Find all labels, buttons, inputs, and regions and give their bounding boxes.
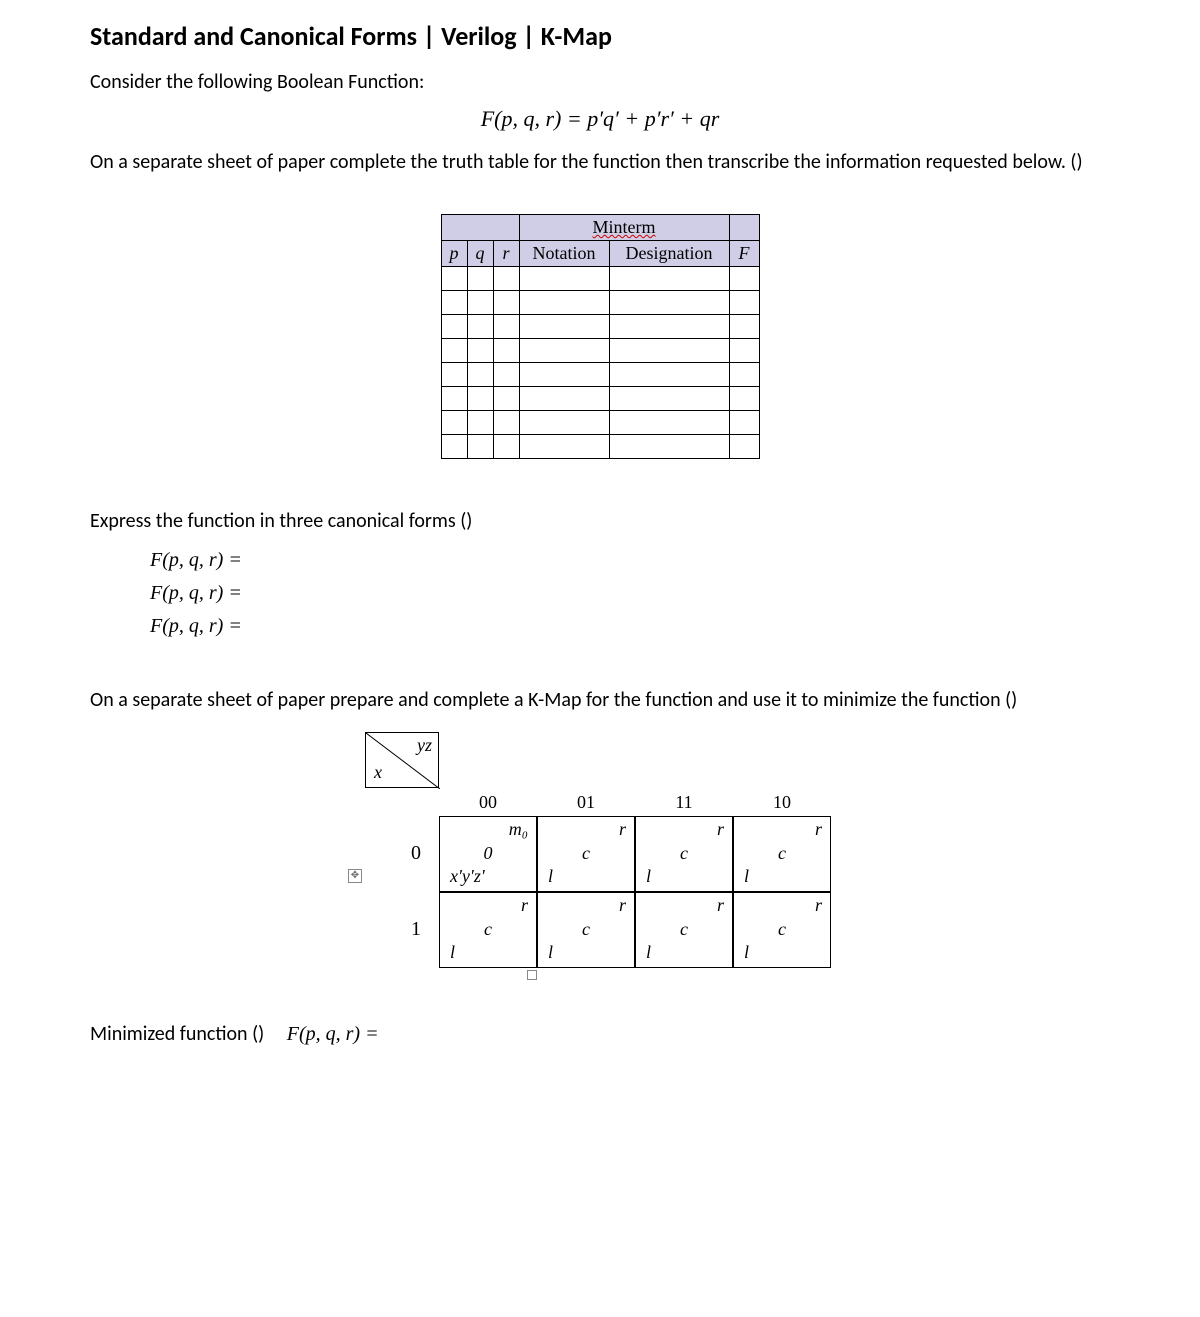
- truth-row: [441, 315, 759, 339]
- kmap-axis-x: x: [374, 762, 382, 783]
- truth-row: [441, 411, 759, 435]
- minimized-label: Minimized function (): [90, 1022, 264, 1046]
- kmap-colhead-01: 01: [537, 788, 635, 816]
- kmap: yz x 00 01 11 10 0 1 m₀ 0 x′y′z′ r c l r…: [365, 732, 835, 982]
- drag-handle-icon[interactable]: [527, 970, 537, 980]
- truth-header-row-1: Minterm: [441, 215, 759, 241]
- truth-row: [441, 339, 759, 363]
- kmap-cell-0-10: r c l: [733, 816, 831, 892]
- truth-header-blank: [441, 215, 519, 241]
- kmap-rowhead-1: 1: [365, 914, 439, 944]
- page-title: Standard and Canonical Forms | Verilog |…: [90, 20, 1110, 52]
- truth-row: [441, 363, 759, 387]
- truth-row: [441, 387, 759, 411]
- canonical-line-3: F(p, q, r) =: [150, 615, 1110, 638]
- boolean-equation: F(p, q, r) = p′q′ + p′r′ + qr: [90, 106, 1110, 132]
- minimized-equation: F(p, q, r) =: [269, 1023, 379, 1045]
- truth-header-q: q: [467, 241, 493, 267]
- kmap-rowhead-0: 0: [365, 838, 439, 868]
- move-handle-icon[interactable]: ✥: [348, 869, 362, 883]
- truth-header-F-blank: [729, 215, 759, 241]
- truth-table: Minterm p q r Notation Designation F: [441, 214, 760, 459]
- truth-header-minterm: Minterm: [519, 215, 729, 241]
- kmap-colhead-11: 11: [635, 788, 733, 816]
- truth-header-row-2: p q r Notation Designation F: [441, 241, 759, 267]
- kmap-cell-1-00: r c l: [439, 892, 537, 968]
- kmap-cell-0-01: r c l: [537, 816, 635, 892]
- truth-header-designation: Designation: [609, 241, 729, 267]
- intro-paragraph-2: On a separate sheet of paper complete th…: [90, 150, 1110, 174]
- truth-header-notation: Notation: [519, 241, 609, 267]
- kmap-corner: yz x: [365, 732, 439, 788]
- canonical-line-2: F(p, q, r) =: [150, 582, 1110, 605]
- kmap-cell-1-01: r c l: [537, 892, 635, 968]
- kmap-cell-0-00: m₀ 0 x′y′z′: [439, 816, 537, 892]
- canonical-intro: Express the function in three canonical …: [90, 509, 1110, 533]
- truth-row: [441, 267, 759, 291]
- truth-header-p: p: [441, 241, 467, 267]
- truth-row: [441, 291, 759, 315]
- truth-header-r: r: [493, 241, 519, 267]
- kmap-intro: On a separate sheet of paper prepare and…: [90, 688, 1110, 712]
- intro-paragraph-1: Consider the following Boolean Function:: [90, 70, 1110, 94]
- kmap-axis-yz: yz: [417, 735, 432, 756]
- canonical-line-1: F(p, q, r) =: [150, 549, 1110, 572]
- kmap-colhead-10: 10: [733, 788, 831, 816]
- kmap-colhead-00: 00: [439, 788, 537, 816]
- kmap-cell-1-10: r c l: [733, 892, 831, 968]
- minimized-function-line: Minimized function () F(p, q, r) =: [90, 1022, 1110, 1046]
- kmap-cell-0-11: r c l: [635, 816, 733, 892]
- truth-header-F: F: [729, 241, 759, 267]
- truth-row: [441, 435, 759, 459]
- kmap-cell-1-11: r c l: [635, 892, 733, 968]
